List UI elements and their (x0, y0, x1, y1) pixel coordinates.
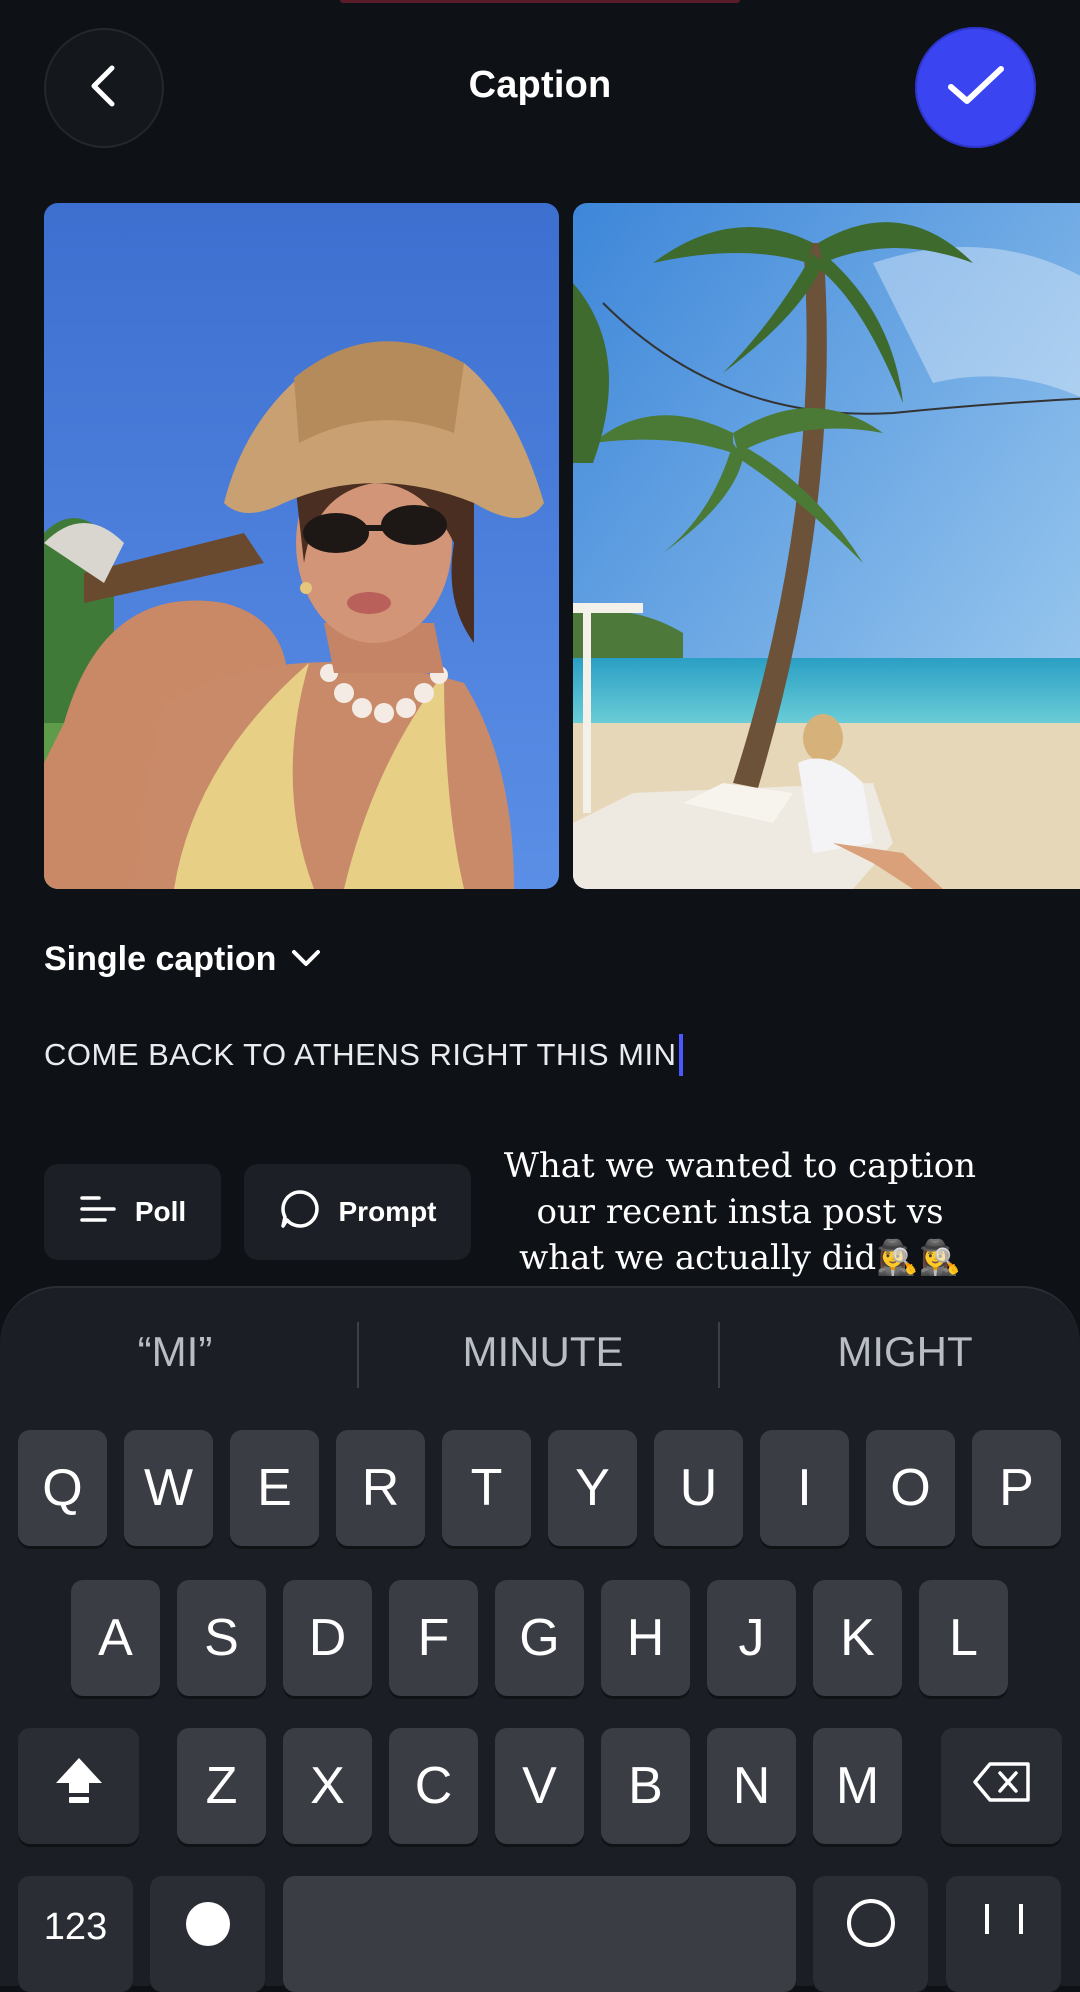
confirm-button[interactable] (915, 27, 1036, 148)
overlay-line: our recent insta post vs (536, 1192, 944, 1232)
key-n[interactable]: N (707, 1728, 796, 1844)
video-overlay-caption: What we wanted to caption our recent ins… (500, 1143, 980, 1281)
key-h[interactable]: H (601, 1580, 690, 1696)
key-e[interactable]: E (230, 1430, 319, 1546)
status-indicator-line (340, 0, 740, 3)
shift-key[interactable] (18, 1728, 139, 1844)
key-w[interactable]: W (124, 1430, 213, 1546)
suggestion-divider (357, 1322, 359, 1388)
key-o[interactable]: O (866, 1430, 955, 1546)
numbers-key[interactable]: 123 (18, 1876, 133, 1992)
key-x[interactable]: X (283, 1728, 372, 1844)
prompt-label: Prompt (338, 1196, 437, 1227)
suggestion-item[interactable]: MINUTE (373, 1288, 713, 1416)
key-u[interactable]: U (654, 1430, 743, 1546)
key-t[interactable]: T (442, 1430, 531, 1546)
poll-button[interactable]: Poll (44, 1164, 221, 1260)
key-y[interactable]: Y (548, 1430, 637, 1546)
photo-1-image (44, 203, 559, 889)
photo-2-image (573, 203, 1080, 889)
space-key[interactable] (283, 1876, 796, 1992)
poll-icon (79, 1194, 117, 1231)
key-i[interactable]: I (760, 1430, 849, 1546)
key-c[interactable]: C (389, 1728, 478, 1844)
prompt-button[interactable]: Prompt (244, 1164, 471, 1260)
key-d[interactable]: D (283, 1580, 372, 1696)
suggestion-divider (718, 1322, 720, 1388)
key-g[interactable]: G (495, 1580, 584, 1696)
suggestion-item[interactable]: “MI” (5, 1288, 345, 1416)
key-s[interactable]: S (177, 1580, 266, 1696)
suggestion-item[interactable]: MIGHT (735, 1288, 1075, 1416)
onscreen-keyboard: “MI” MINUTE MIGHT Q W E R T Y U I O P A … (0, 1286, 1080, 1992)
key-v[interactable]: V (495, 1728, 584, 1844)
shift-icon (53, 1755, 105, 1818)
key-j[interactable]: J (707, 1580, 796, 1696)
key-q[interactable]: Q (18, 1430, 107, 1546)
emoji-icon (185, 1902, 230, 1946)
key-l[interactable]: L (919, 1580, 1008, 1696)
key-m[interactable]: M (813, 1728, 902, 1844)
photo-thumbnail-1[interactable] (44, 203, 559, 889)
photo-thumbnail-2[interactable] (573, 203, 1080, 889)
backspace-key[interactable] (941, 1728, 1062, 1844)
overlay-line: what we actually did🕵️‍♀️🕵️‍♀️ (519, 1238, 961, 1278)
emoji-key[interactable] (150, 1876, 265, 1992)
key-a[interactable]: A (71, 1580, 160, 1696)
speech-bubble-icon (279, 1188, 321, 1237)
key-f[interactable]: F (389, 1580, 478, 1696)
key-r[interactable]: R (336, 1430, 425, 1546)
caption-mode-dropdown[interactable]: Single caption (44, 940, 322, 979)
hashtag-key[interactable] (946, 1876, 1061, 1992)
key-z[interactable]: Z (177, 1728, 266, 1844)
chevron-down-icon (290, 940, 322, 979)
key-k[interactable]: K (813, 1580, 902, 1696)
caption-input-text: COME BACK TO ATHENS RIGHT THIS MIN (44, 1037, 677, 1072)
key-b[interactable]: B (601, 1728, 690, 1844)
suggestion-bar: “MI” MINUTE MIGHT (0, 1288, 1080, 1416)
checkmark-icon (945, 61, 1007, 114)
at-icon (846, 1899, 895, 1947)
poll-label: Poll (134, 1196, 187, 1227)
overlay-line: What we wanted to caption (503, 1146, 977, 1186)
caption-mode-label: Single caption (44, 940, 277, 978)
text-cursor (678, 1034, 683, 1076)
hashtag-icon (984, 1904, 1023, 1934)
backspace-icon (972, 1756, 1032, 1816)
mention-key[interactable] (813, 1876, 928, 1992)
key-p[interactable]: P (972, 1430, 1061, 1546)
caption-input[interactable]: COME BACK TO ATHENS RIGHT THIS MIN (44, 1034, 683, 1076)
